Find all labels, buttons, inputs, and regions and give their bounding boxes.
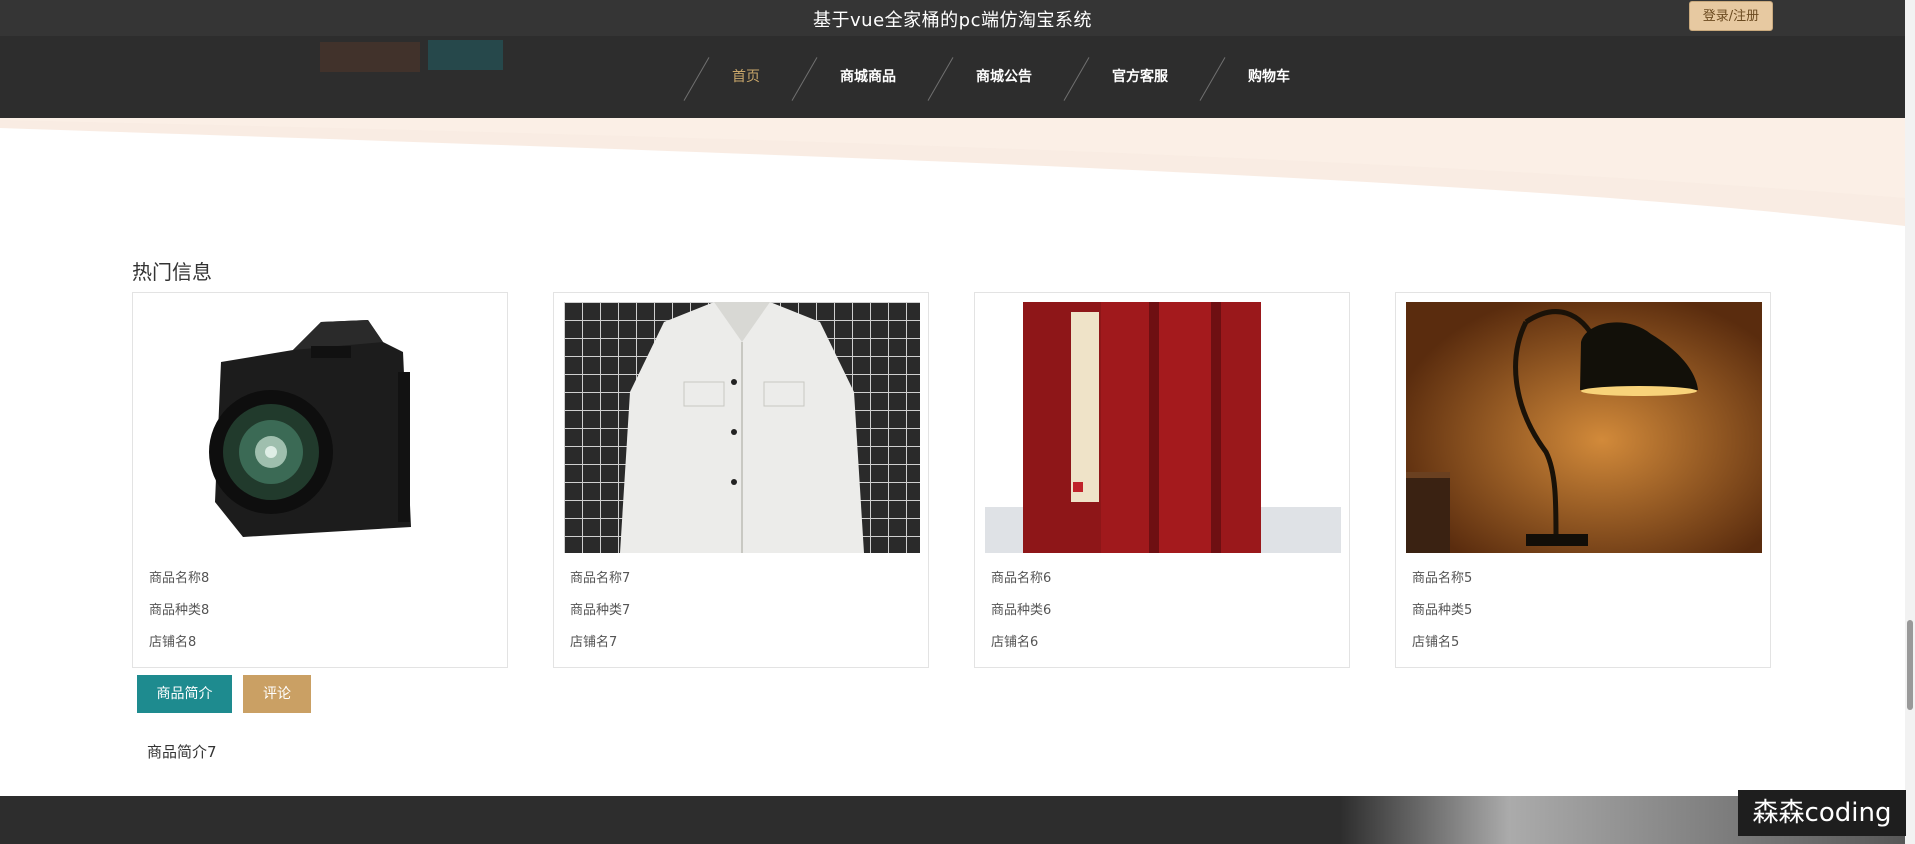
nav-divider: [1063, 57, 1090, 101]
nav-item-label: 官方客服: [1112, 69, 1168, 85]
nav-divider: [791, 57, 818, 101]
decorative-wave: [0, 118, 1905, 226]
product-shop: 店铺名6: [991, 635, 1039, 650]
nav-item-label: 商城公告: [976, 69, 1032, 85]
product-name: 商品名称6: [991, 571, 1052, 586]
nav-item-label: 商城商品: [840, 69, 896, 85]
product-category: 商品种类8: [149, 603, 210, 618]
product-card[interactable]: 商品名称7 商品种类7 店铺名7: [553, 292, 929, 668]
section-title-hot: 热门信息: [132, 260, 212, 284]
product-image-camera[interactable]: [143, 302, 499, 553]
watermark: 森森coding: [1738, 790, 1906, 836]
nav-divider: [927, 57, 954, 101]
product-info: 商品名称6 商品种类6 店铺名6: [991, 563, 1051, 659]
product-category: 商品种类5: [1412, 603, 1473, 618]
product-image-jacket[interactable]: [564, 302, 920, 553]
product-info: 商品名称5 商品种类5 店铺名5: [1412, 563, 1472, 659]
product-name: 商品名称7: [570, 571, 631, 586]
product-card[interactable]: 商品名称8 商品种类8 店铺名8: [132, 292, 508, 668]
scrollbar-thumb[interactable]: [1907, 620, 1913, 710]
page-scrollbar[interactable]: [1905, 0, 1915, 844]
ghost-button: [428, 40, 503, 70]
main-nav: 首页 商城商品 商城公告 官方客服 购物车: [680, 36, 1318, 118]
main-nav-bar: 首页 商城商品 商城公告 官方客服 购物车: [0, 36, 1905, 118]
product-shop: 店铺名5: [1412, 635, 1460, 650]
nav-divider: [1199, 57, 1226, 101]
product-info: 商品名称7 商品种类7 店铺名7: [570, 563, 630, 659]
tab-product-intro[interactable]: 商品简介: [137, 675, 232, 713]
nav-item-announcements[interactable]: 商城公告: [924, 36, 1060, 118]
nav-item-products[interactable]: 商城商品: [788, 36, 924, 118]
nav-item-label: 首页: [732, 69, 760, 85]
product-info: 商品名称8 商品种类8 店铺名8: [149, 563, 209, 659]
product-image-lamp[interactable]: [1406, 302, 1762, 553]
product-shop: 店铺名7: [570, 635, 618, 650]
site-title: 基于vue全家桶的pc端仿淘宝系统: [813, 10, 1092, 31]
product-category: 商品种类7: [570, 603, 631, 618]
ghost-button: [320, 42, 420, 72]
product-shop: 店铺名8: [149, 635, 197, 650]
tab-comments[interactable]: 评论: [243, 675, 311, 713]
nav-item-customer-service[interactable]: 官方客服: [1060, 36, 1196, 118]
nav-item-label: 购物车: [1248, 69, 1290, 85]
nav-item-home[interactable]: 首页: [680, 36, 788, 118]
nav-item-cart[interactable]: 购物车: [1196, 36, 1318, 118]
nav-divider: [683, 57, 710, 101]
product-image-books[interactable]: [985, 302, 1341, 553]
product-intro-text: 商品简介7: [147, 743, 217, 761]
top-bar: 基于vue全家桶的pc端仿淘宝系统 登录/注册: [0, 0, 1905, 36]
product-category: 商品种类6: [991, 603, 1052, 618]
login-register-button[interactable]: 登录/注册: [1689, 1, 1773, 31]
product-card[interactable]: 商品名称5 商品种类5 店铺名5: [1395, 292, 1771, 668]
product-card[interactable]: 商品名称6 商品种类6 店铺名6: [974, 292, 1350, 668]
product-name: 商品名称8: [149, 571, 210, 586]
product-name: 商品名称5: [1412, 571, 1473, 586]
